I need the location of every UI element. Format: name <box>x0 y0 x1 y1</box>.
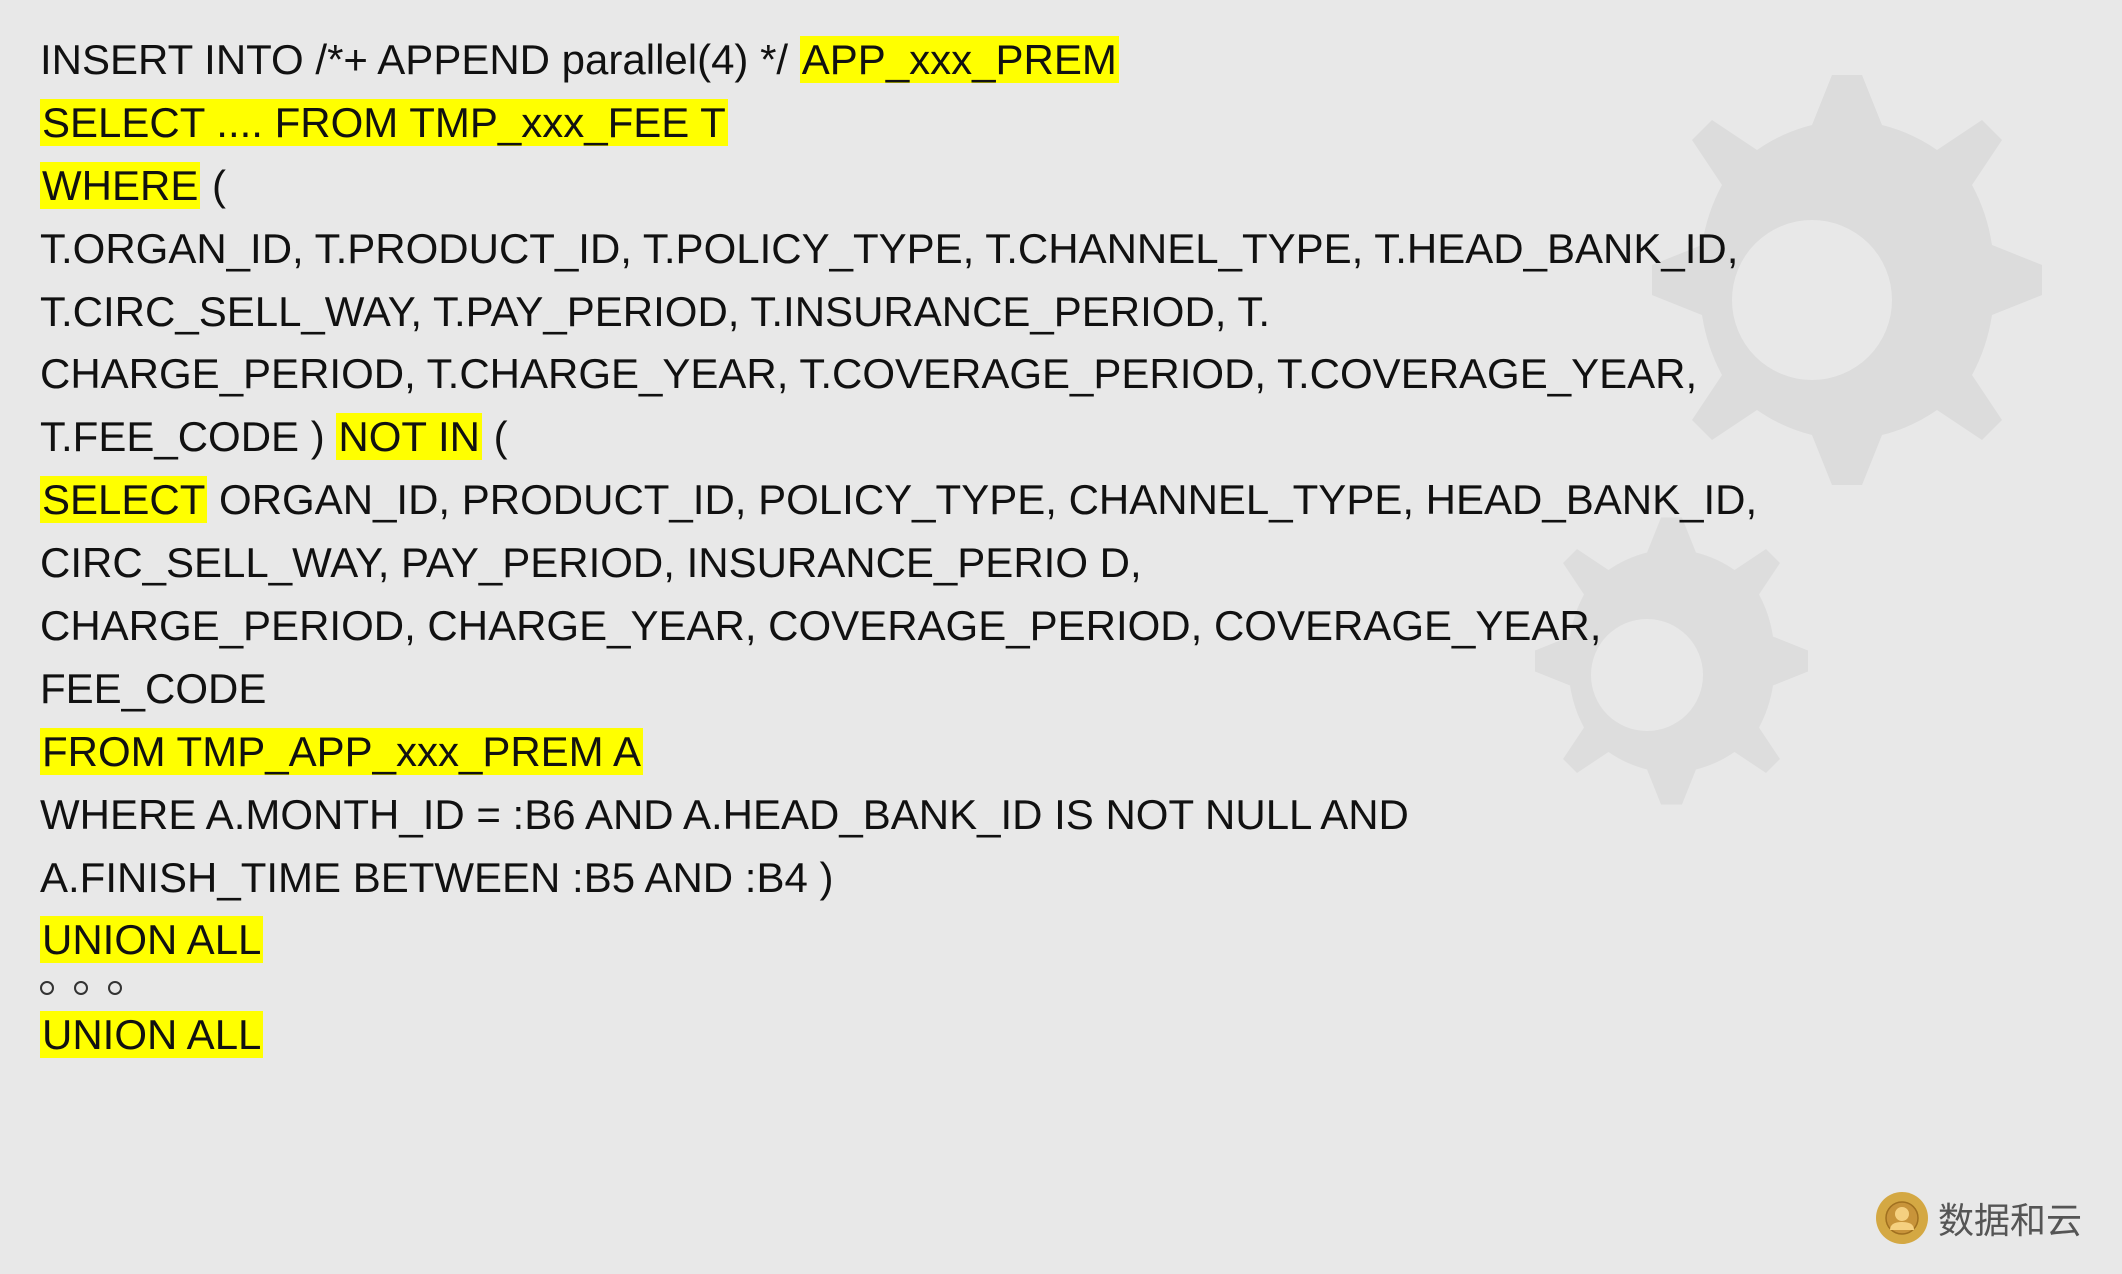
not-in-highlight: NOT IN <box>336 413 482 460</box>
select-fields: ORGAN_ID, PRODUCT_ID, POLICY_TYPE, CHANN… <box>207 476 1757 523</box>
dot-2 <box>74 981 88 995</box>
watermark: 数据和云 <box>1876 1192 2082 1244</box>
main-content: INSERT INTO /*+ APPEND parallel(4) */ AP… <box>0 0 2122 1098</box>
dots-separator <box>40 981 2082 995</box>
watermark-icon <box>1876 1192 1928 1244</box>
sql-line-6: CHARGE_PERIOD, T.CHARGE_YEAR, T.COVERAGE… <box>40 344 2082 405</box>
sql-line-14: A.FINISH_TIME BETWEEN :B5 AND :B4 ) <box>40 848 2082 909</box>
sql-line-1: INSERT INTO /*+ APPEND parallel(4) */ AP… <box>40 30 2082 91</box>
insert-into-text: INSERT INTO /*+ APPEND parallel(4) */ <box>40 36 800 83</box>
sql-line-7: T.FEE_CODE ) NOT IN ( <box>40 407 2082 468</box>
not-in-paren: ( <box>482 413 508 460</box>
sql-line-12: FROM TMP_APP_xxx_PREM A <box>40 722 2082 783</box>
sql-line-11: FEE_CODE <box>40 659 2082 720</box>
where-paren: ( <box>200 162 226 209</box>
union-all-2-highlight: UNION ALL <box>40 1011 263 1058</box>
sql-code-block: INSERT INTO /*+ APPEND parallel(4) */ AP… <box>40 30 2082 1066</box>
sql-line-16: UNION ALL <box>40 1005 2082 1066</box>
dot-3 <box>108 981 122 995</box>
sql-line-8: SELECT ORGAN_ID, PRODUCT_ID, POLICY_TYPE… <box>40 470 2082 531</box>
sql-line-9: CIRC_SELL_WAY, PAY_PERIOD, INSURANCE_PER… <box>40 533 2082 594</box>
app-xxx-prem-highlight: APP_xxx_PREM <box>800 36 1119 83</box>
sql-line-4: T.ORGAN_ID, T.PRODUCT_ID, T.POLICY_TYPE,… <box>40 219 2082 280</box>
sql-line-13: WHERE A.MONTH_ID = :B6 AND A.HEAD_BANK_I… <box>40 785 2082 846</box>
select-from-highlight: SELECT .... FROM TMP_xxx_FEE T <box>40 99 728 146</box>
sql-line-3: WHERE ( <box>40 156 2082 217</box>
sql-line-15: UNION ALL <box>40 910 2082 971</box>
watermark-label: 数据和云 <box>1938 1192 2082 1244</box>
sql-line-10: CHARGE_PERIOD, CHARGE_YEAR, COVERAGE_PER… <box>40 596 2082 657</box>
from-highlight: FROM TMP_APP_xxx_PREM A <box>40 728 643 775</box>
union-all-1-highlight: UNION ALL <box>40 916 263 963</box>
fee-code-text: T.FEE_CODE ) <box>40 413 336 460</box>
where-highlight: WHERE <box>40 162 200 209</box>
dot-1 <box>40 981 54 995</box>
select-highlight: SELECT <box>40 476 207 523</box>
sql-line-2: SELECT .... FROM TMP_xxx_FEE T <box>40 93 2082 154</box>
sql-line-5: T.CIRC_SELL_WAY, T.PAY_PERIOD, T.INSURAN… <box>40 282 2082 343</box>
